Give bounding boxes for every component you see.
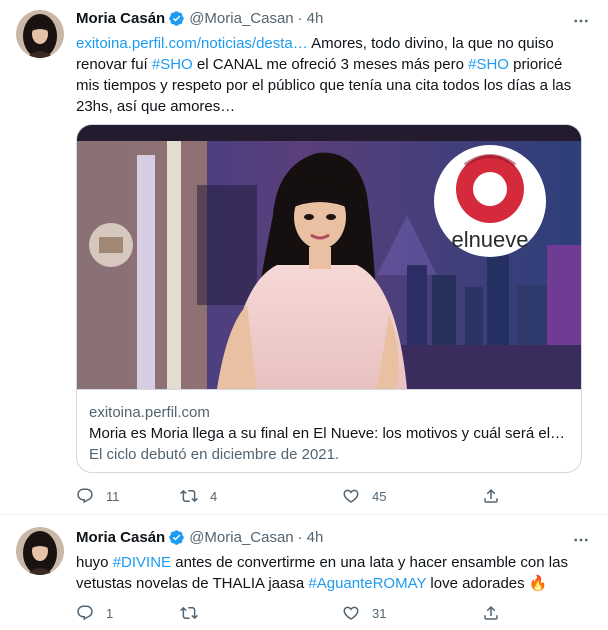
author-handle[interactable]: @Moria_Casan <box>189 529 293 546</box>
card-meta: exitoina.perfil.com Moria es Moria llega… <box>77 389 581 465</box>
card-title: Moria es Moria llega a su final en El Nu… <box>89 425 569 442</box>
fire-emoji: 🔥 <box>528 575 548 592</box>
timestamp[interactable]: 4h <box>307 529 324 546</box>
separator: · <box>297 10 303 27</box>
verified-badge-icon <box>169 530 184 545</box>
retweet-button[interactable]: 4 <box>180 487 217 505</box>
tweet-text-segment: el CANAL me ofreció 3 meses más pero <box>192 56 469 73</box>
share-icon <box>484 605 498 620</box>
heart-icon <box>343 489 359 503</box>
timestamp[interactable]: 4h <box>307 10 324 27</box>
avatar[interactable] <box>16 527 64 575</box>
retweet-count: 4 <box>210 488 218 504</box>
author-handle[interactable]: @Moria_Casan <box>189 10 293 27</box>
tweet-link[interactable]: exitoina.perfil.com/noticias/desta… <box>76 35 308 52</box>
tweet[interactable]: Moria Casán @Moria_Casan · 4h huyo #DIVI… <box>0 515 608 630</box>
share-icon <box>484 488 498 503</box>
like-button[interactable]: 45 <box>342 487 386 505</box>
reply-count: 1 <box>106 605 114 621</box>
separator: · <box>297 529 303 546</box>
tweet-text: huyo #DIVINE antes de convertirme en una… <box>76 552 586 594</box>
heart-icon <box>343 606 359 620</box>
card-image: elnueve <box>77 125 581 389</box>
more-horizontal-icon[interactable] <box>572 12 590 30</box>
tweet-header: Moria Casán @Moria_Casan · 4h <box>76 529 323 546</box>
retweet-icon <box>180 489 198 503</box>
card-description: El ciclo debutó en diciembre de 2021. <box>89 446 340 463</box>
reply-count: 11 <box>106 488 120 504</box>
hashtag[interactable]: #AguanteROMAY <box>308 575 426 592</box>
card-domain: exitoina.perfil.com <box>89 404 210 421</box>
hashtag[interactable]: #DIVINE <box>113 554 171 571</box>
author-name[interactable]: Moria Casán <box>76 10 165 27</box>
tweet-text: exitoina.perfil.com/noticias/desta… Amor… <box>76 33 586 117</box>
reply-button[interactable]: 11 <box>76 487 120 505</box>
share-button[interactable] <box>482 604 500 622</box>
hashtag[interactable]: #SHO <box>468 56 509 73</box>
reply-icon <box>77 605 93 621</box>
hashtag[interactable]: #SHO <box>152 56 193 73</box>
tweet-text-segment: huyo <box>76 554 113 571</box>
reply-button[interactable]: 1 <box>76 604 113 622</box>
avatar[interactable] <box>16 10 64 58</box>
tweet[interactable]: Moria Casán @Moria_Casan · 4h exitoina.p… <box>0 0 608 515</box>
tweet-actions: 11 4 45 <box>76 487 506 507</box>
more-horizontal-icon[interactable] <box>572 531 590 549</box>
retweet-icon <box>180 606 198 620</box>
like-button[interactable]: 31 <box>342 604 386 622</box>
tweet-text-segment: love adorades <box>426 575 529 592</box>
reply-icon <box>77 488 93 504</box>
author-name[interactable]: Moria Casán <box>76 529 165 546</box>
tweet-header: Moria Casán @Moria_Casan · 4h <box>76 10 323 27</box>
link-card[interactable]: elnueve exitoina.perfil.com Moria es Mor… <box>76 124 582 473</box>
retweet-button[interactable] <box>180 604 210 622</box>
card-image-logo-text: elnueve <box>451 227 528 252</box>
like-count: 45 <box>372 488 387 504</box>
like-count: 31 <box>372 605 387 621</box>
tweet-actions: 1 31 <box>76 604 506 624</box>
verified-badge-icon <box>169 11 184 26</box>
share-button[interactable] <box>482 487 500 505</box>
